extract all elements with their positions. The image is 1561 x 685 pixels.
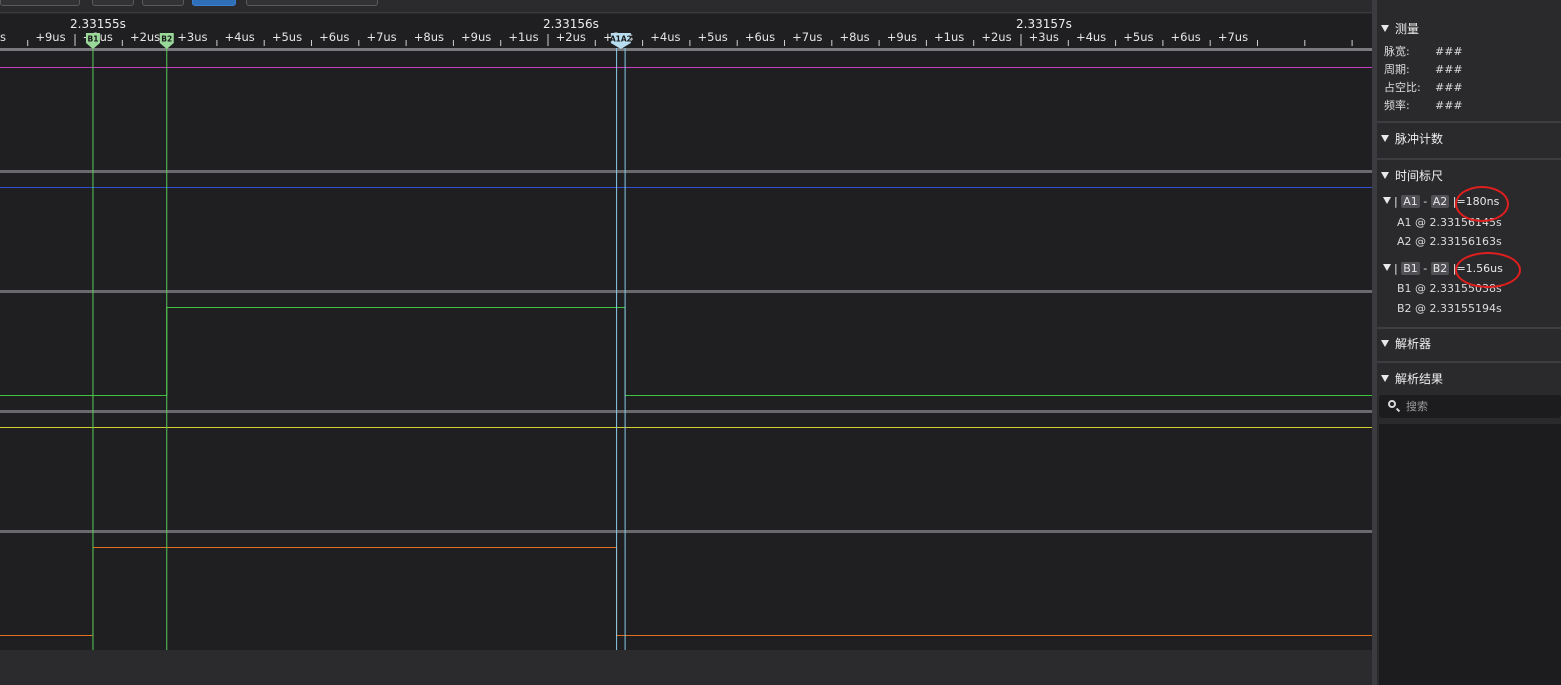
ruler-tick-label: +7us (366, 30, 396, 44)
results-list[interactable] (1379, 424, 1561, 685)
search-box[interactable] (1379, 395, 1561, 418)
collapse-triangle-icon[interactable] (1383, 197, 1391, 204)
channel-separator (0, 290, 1372, 293)
ruler-b-line2: B2 @ 2.33155194s (1397, 302, 1502, 315)
ruler-tick-label: +6us (745, 30, 775, 44)
ruler-baseline (0, 48, 1372, 51)
section-measure-header[interactable]: 测量 (1381, 21, 1419, 37)
marker-tag-b1: B1 (1401, 262, 1420, 275)
measure-row: 脉宽: ### (1384, 44, 1463, 60)
ruler-tick-label: +1us (934, 30, 964, 44)
section-time-ruler-header[interactable]: 时间标尺 (1381, 168, 1443, 184)
toolbar (0, 0, 1372, 13)
section-title: 测量 (1395, 22, 1420, 36)
section-results-header[interactable]: 解析结果 (1381, 371, 1443, 387)
waveform-view[interactable]: s +9us +1us +2us +3us +4us +5us +6us +7us +8us +9u… (0, 14, 1372, 650)
measure-label: 频率: (1384, 99, 1410, 112)
ruler-tick-label: +2us (556, 30, 586, 44)
ruler-tick-label: +3us (177, 30, 207, 44)
divider (1377, 158, 1561, 160)
channel-separator (0, 170, 1372, 173)
ruler-tick-label: +5us (1123, 30, 1153, 44)
ruler-tick-label: +3us (1029, 30, 1059, 44)
side-panel: 测量 脉宽: ### 周期: ### 占空比: ### 频率: ### 脉冲计数 时间标… (1377, 14, 1561, 685)
ruler-major-label: 2.33157s (1016, 17, 1072, 31)
ruler-major-label: 2.33155s (70, 17, 126, 31)
ruler-tick-label: +7us (1218, 30, 1248, 44)
measure-value: ### (1435, 81, 1463, 94)
collapse-triangle-icon[interactable] (1381, 340, 1389, 347)
measure-value: ### (1435, 99, 1463, 112)
measure-row: 占空比: ### (1384, 80, 1463, 96)
ruler-major-label: 2.33156s (543, 17, 599, 31)
marker-tag-a1: A1 (1401, 195, 1420, 208)
ruler-tick-label: +8us (414, 30, 444, 44)
section-title: 时间标尺 (1395, 169, 1444, 183)
toolbar-button-run[interactable] (192, 0, 236, 6)
ruler-tick-label: +5us (272, 30, 302, 44)
cursor-flag-label: A1A2 (610, 35, 632, 44)
collapse-triangle-icon[interactable] (1381, 135, 1389, 142)
ruler-tick-label: +7us (792, 30, 822, 44)
divider (1377, 327, 1561, 329)
ruler-tick-label: +8us (839, 30, 869, 44)
measure-label: 占空比: (1384, 81, 1421, 94)
ruler-tick-label: +2us (981, 30, 1011, 44)
collapse-triangle-icon[interactable] (1381, 375, 1389, 382)
section-analyzer-header[interactable]: 解析器 (1381, 336, 1431, 352)
measure-label: 周期: (1384, 63, 1410, 76)
ruler-tick-label: +9us (35, 30, 65, 44)
ruler-tick-label: +9us (887, 30, 917, 44)
toolbar-button-1[interactable] (92, 0, 134, 6)
measure-row: 频率: ### (1384, 98, 1463, 114)
section-title: 脉冲计数 (1395, 132, 1444, 146)
ruler-tick-label: +2us (130, 30, 160, 44)
ruler-tick-label: +4us (225, 30, 255, 44)
waveform-canvas[interactable]: s +9us +1us +2us +3us +4us +5us +6us +7us +8us +9u… (0, 14, 1372, 650)
waveform-scrollbar[interactable] (0, 650, 1372, 685)
section-title: 解析器 (1395, 337, 1432, 351)
collapse-triangle-icon[interactable] (1381, 25, 1389, 32)
section-pulse-count-header[interactable]: 脉冲计数 (1381, 131, 1443, 147)
channel-separator (0, 410, 1372, 413)
measure-value: ### (1435, 45, 1463, 58)
toolbar-field[interactable] (0, 0, 80, 6)
signal-trace-ch2 (0, 307, 1372, 396)
search-icon (1388, 400, 1396, 408)
divider (1377, 361, 1561, 363)
ruler-tick-label: +4us (650, 30, 680, 44)
cursor-flag-label: B2 (161, 35, 172, 44)
channel-separator (0, 530, 1372, 533)
ruler-tick-label: +5us (698, 30, 728, 44)
measure-value: ### (1435, 63, 1463, 76)
ruler-tick-label: +6us (319, 30, 349, 44)
marker-tag-a2: A2 (1430, 195, 1450, 208)
collapse-triangle-icon[interactable] (1383, 264, 1391, 271)
section-title: 解析结果 (1395, 372, 1444, 386)
toolbar-dropdown[interactable] (246, 0, 378, 6)
measure-label: 脉宽: (1384, 45, 1410, 58)
ruler-tick-label: +6us (1171, 30, 1201, 44)
signal-trace-ch4 (0, 547, 1372, 636)
cursor-flag-label: B1 (88, 35, 99, 44)
ruler-a-line2: A2 @ 2.33156163s (1397, 235, 1502, 248)
ruler-tick-label: s (0, 30, 6, 44)
divider (1377, 121, 1561, 123)
search-input[interactable] (1406, 398, 1556, 415)
collapse-triangle-icon[interactable] (1381, 172, 1389, 179)
highlight-circle (1455, 186, 1509, 222)
ruler-tick-label: +1us (508, 30, 538, 44)
measure-row: 周期: ### (1384, 62, 1463, 78)
toolbar-button-2[interactable] (142, 0, 184, 6)
ruler-tick-label: +9us (461, 30, 491, 44)
marker-tag-b2: B2 (1430, 262, 1450, 275)
highlight-circle (1455, 252, 1521, 288)
ruler-tick-label: +4us (1076, 30, 1106, 44)
